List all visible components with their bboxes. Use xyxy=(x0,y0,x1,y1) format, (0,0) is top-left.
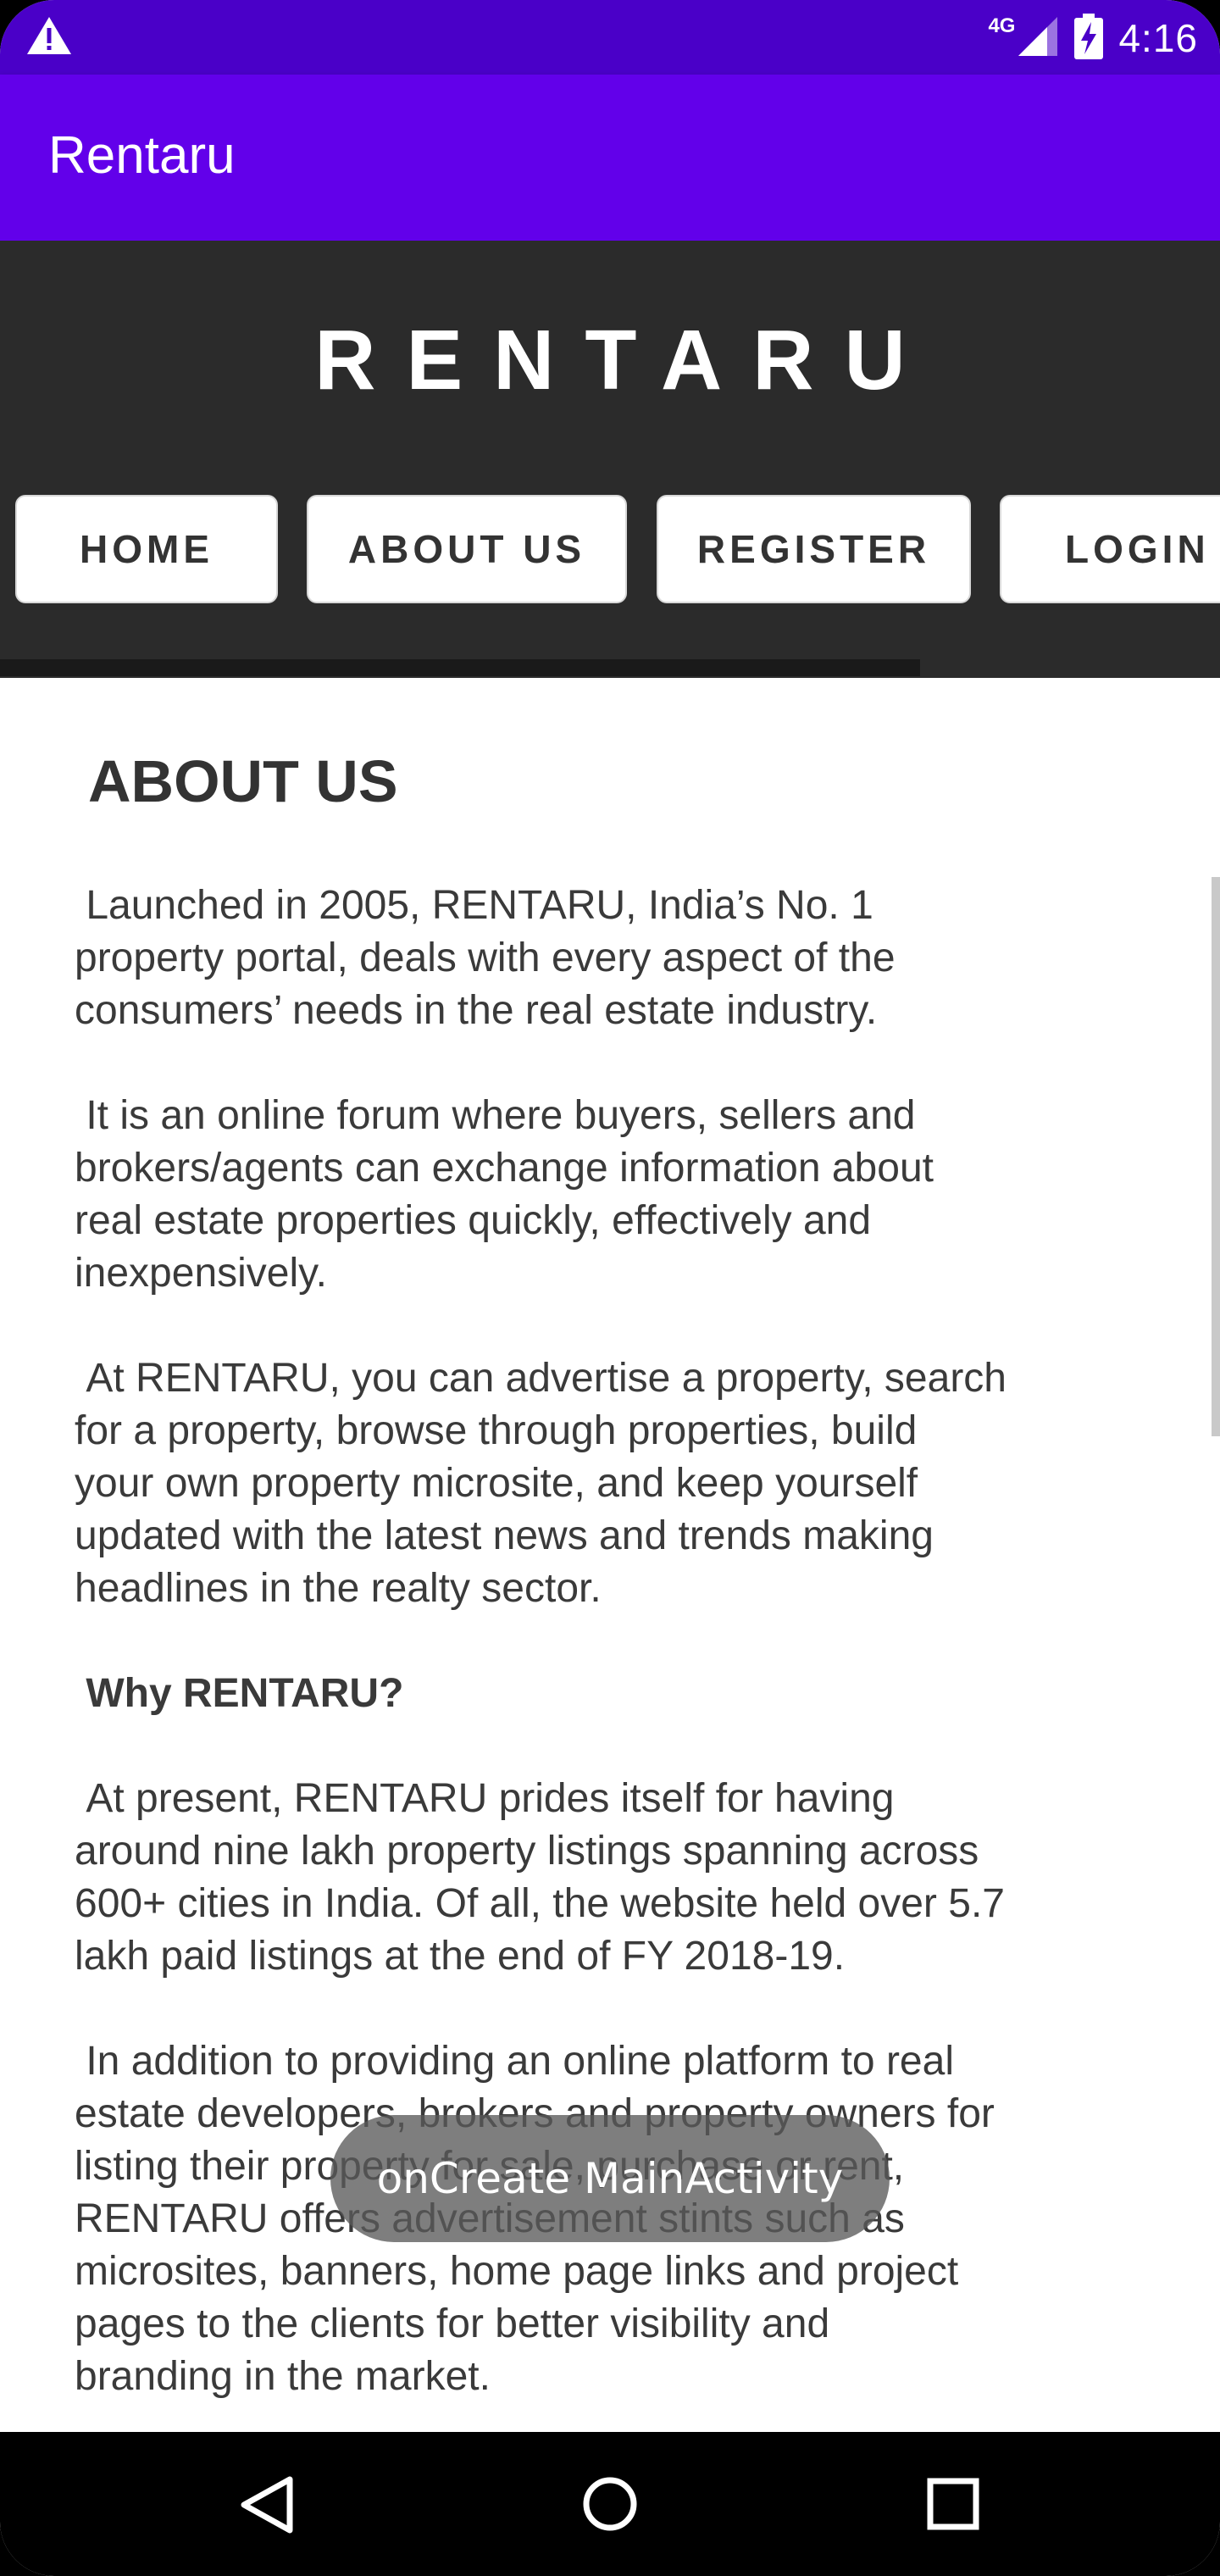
app-title: Rentaru xyxy=(48,126,236,185)
paragraph-launched: Launched in 2005, RENTARU, India’s No. 1… xyxy=(75,883,896,1033)
nav-register-button[interactable]: REGISTER xyxy=(657,495,971,603)
paragraph-online-forum: It is an online forum where buyers, sell… xyxy=(75,1093,934,1296)
status-bar: 4G 4:16 xyxy=(0,0,1220,75)
recents-icon[interactable] xyxy=(925,2476,981,2532)
app-bar: Rentaru xyxy=(0,75,1220,241)
toast-message: onCreate MainActivity xyxy=(330,2115,890,2242)
home-icon[interactable] xyxy=(580,2474,640,2534)
site-header: RENTARU HOME ABOUT US REGISTER LOGIN xyxy=(0,241,1220,678)
system-nav-bar xyxy=(0,2432,1220,2576)
page-title: ABOUT US xyxy=(88,748,398,814)
nav-scroll-indicator[interactable] xyxy=(0,659,920,676)
network-type-label: 4G xyxy=(988,14,1016,37)
nav-login-button[interactable]: LOGIN xyxy=(1000,495,1220,603)
back-icon[interactable] xyxy=(237,2474,297,2535)
nav-about-us-button[interactable]: ABOUT US xyxy=(307,495,627,603)
warning-icon xyxy=(25,15,73,60)
nav-home-button[interactable]: HOME xyxy=(15,495,278,603)
signal-icon xyxy=(1017,15,1059,62)
status-time: 4:16 xyxy=(1118,16,1198,60)
why-rentaru-heading: Why RENTARU? xyxy=(75,1671,404,1716)
battery-charging-icon xyxy=(1074,13,1104,64)
status-icons: 4G 4:16 xyxy=(988,8,1198,68)
paragraph-listings: At present, RENTARU prides itself for ha… xyxy=(75,1776,1005,1979)
site-nav: HOME ABOUT US REGISTER LOGIN xyxy=(0,495,1220,605)
paragraph-advertise: At RENTARU, you can advertise a property… xyxy=(75,1356,1006,1611)
screen: 4G 4:16 Rentaru RENTARU HOME ABOUT US RE… xyxy=(0,0,1220,2576)
site-logo: RENTARU xyxy=(314,313,936,408)
content-scrollbar[interactable] xyxy=(1212,877,1220,1436)
